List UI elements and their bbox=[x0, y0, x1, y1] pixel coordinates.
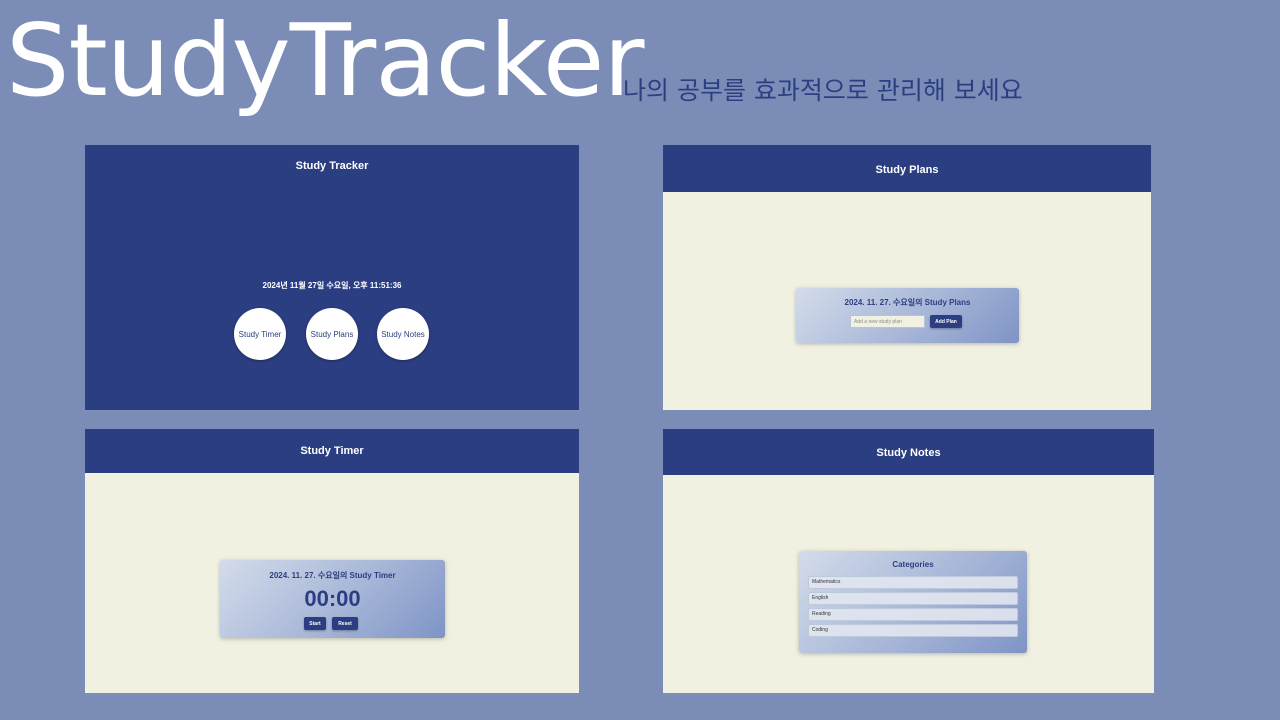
category-item-english[interactable]: English bbox=[808, 592, 1018, 605]
add-plan-button[interactable]: Add Plan bbox=[930, 315, 962, 328]
study-notes-button[interactable]: Study Notes bbox=[377, 308, 429, 360]
timer-display: 00:00 bbox=[304, 586, 361, 611]
timer-header: Study Timer bbox=[85, 429, 579, 473]
timer-card: 2024. 11. 27. 수요일의 Study Timer 00:00 Sta… bbox=[220, 560, 445, 638]
home-title: Study Tracker bbox=[295, 160, 369, 172]
category-item-reading[interactable]: Reading bbox=[808, 608, 1018, 621]
notes-header: Study Notes bbox=[663, 429, 1154, 475]
current-datetime: 2024년 11월 27일 수요일, 오후 11:51:36 bbox=[262, 281, 402, 290]
category-item-mathematics[interactable]: Mathematics bbox=[808, 576, 1018, 589]
study-notes-panel: Study Notes Categories Mathematics Engli… bbox=[663, 429, 1154, 693]
study-plans-panel: Study Plans 2024. 11. 27. 수요일의 Study Pla… bbox=[663, 145, 1151, 410]
study-timer-panel: Study Timer 2024. 11. 27. 수요일의 Study Tim… bbox=[85, 429, 579, 693]
categories-title: Categories bbox=[892, 560, 934, 569]
category-item-coding[interactable]: Coding bbox=[808, 624, 1018, 637]
hero-subtitle: 나의 공부를 효과적으로 관리해 보세요 bbox=[623, 76, 1023, 105]
study-timer-button[interactable]: Study Timer bbox=[234, 308, 286, 360]
reset-button[interactable]: Reset bbox=[332, 617, 358, 630]
categories-card: Categories Mathematics English Reading C… bbox=[799, 551, 1027, 653]
study-plans-button[interactable]: Study Plans bbox=[306, 308, 358, 360]
new-plan-input[interactable] bbox=[850, 315, 925, 328]
plans-card-title: 2024. 11. 27. 수요일의 Study Plans bbox=[844, 298, 971, 307]
home-screen-panel: Study Tracker 2024년 11월 27일 수요일, 오후 11:5… bbox=[85, 145, 579, 410]
plans-header: Study Plans bbox=[663, 145, 1151, 192]
plans-card: 2024. 11. 27. 수요일의 Study Plans Add Plan bbox=[796, 288, 1019, 343]
timer-card-title: 2024. 11. 27. 수요일의 Study Timer bbox=[269, 571, 396, 580]
hero-title: StudyTracker bbox=[6, 2, 644, 119]
start-button[interactable]: Start bbox=[304, 617, 326, 630]
